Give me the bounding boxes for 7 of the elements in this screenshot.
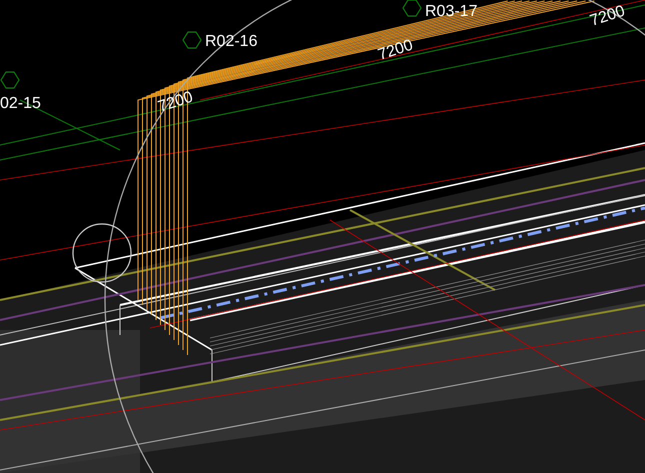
dimension-label: 7200 xyxy=(376,36,416,64)
grid-bubble-icon xyxy=(0,72,20,88)
grid-label: 02-15 xyxy=(0,95,41,112)
grid-bubble-icon xyxy=(182,32,202,48)
dimension-label: 7200 xyxy=(588,2,628,30)
dimension-label: 7200 xyxy=(156,88,196,116)
grid-bubble-icon xyxy=(402,0,422,16)
